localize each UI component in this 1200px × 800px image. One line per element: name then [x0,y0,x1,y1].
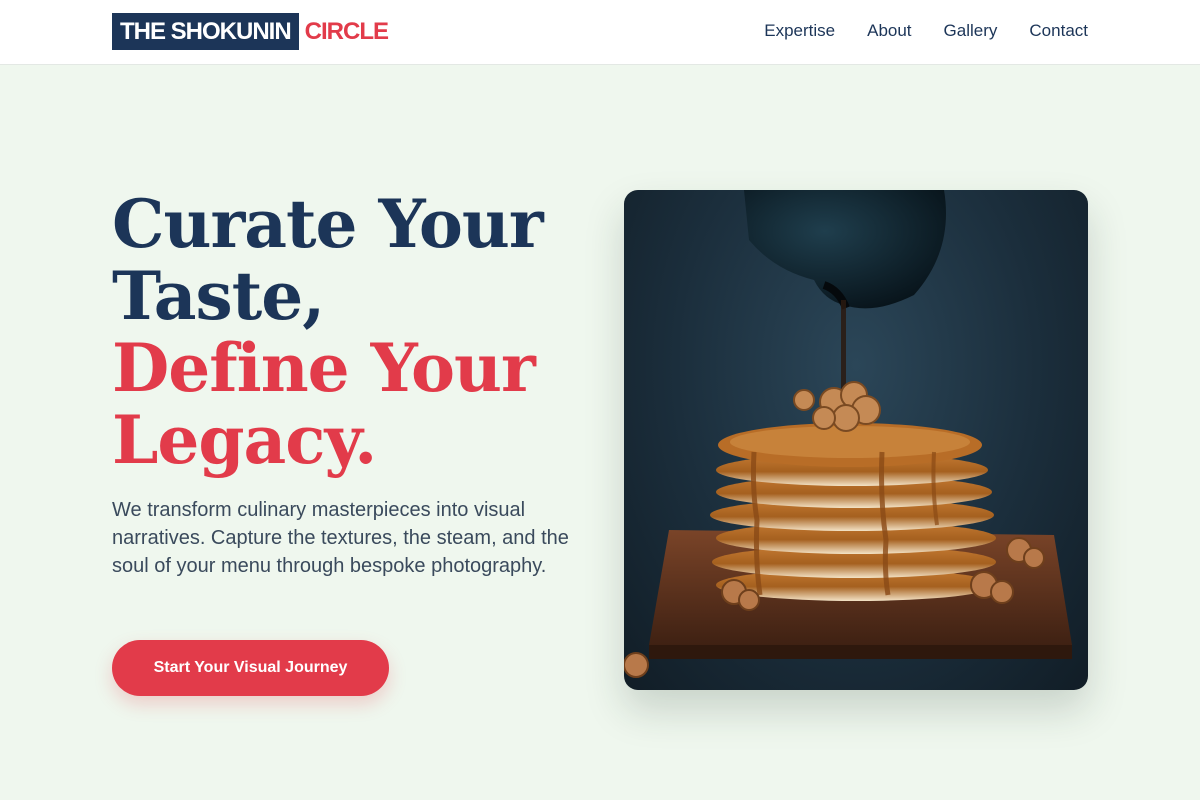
hero-image [624,190,1088,690]
hero-title-line-1: Curate Your [112,185,544,263]
logo[interactable]: THE SHOKUNIN CIRCLE [112,13,389,50]
nav-link-contact[interactable]: Contact [1029,20,1088,42]
logo-main-text: THE SHOKUNIN [112,13,299,50]
nav-link-expertise[interactable]: Expertise [764,20,835,42]
syrup-jug [744,190,946,309]
syrup-stream [841,300,846,390]
main-nav: Expertise About Gallery Contact [764,20,1088,42]
start-journey-button[interactable]: Start Your Visual Journey [112,640,389,696]
hero-title-line-2: Taste, [112,257,325,335]
nav-link-about[interactable]: About [867,20,911,42]
site-header: THE SHOKUNIN CIRCLE Expertise About Gall… [0,0,1200,65]
logo-accent-text: CIRCLE [304,18,389,45]
nav-link-gallery[interactable]: Gallery [944,20,998,42]
hero-title-line-4: Legacy. [112,401,377,479]
hero-title-line-3: Define Your [112,329,536,407]
pancake-stack-illustration [624,190,1072,678]
hero-description: We transform culinary masterpieces into … [112,499,569,577]
walnuts-topping [793,381,881,432]
pancake-stack [710,423,996,601]
hero-title: Curate Your Taste, Define Your Legacy. [112,188,582,476]
